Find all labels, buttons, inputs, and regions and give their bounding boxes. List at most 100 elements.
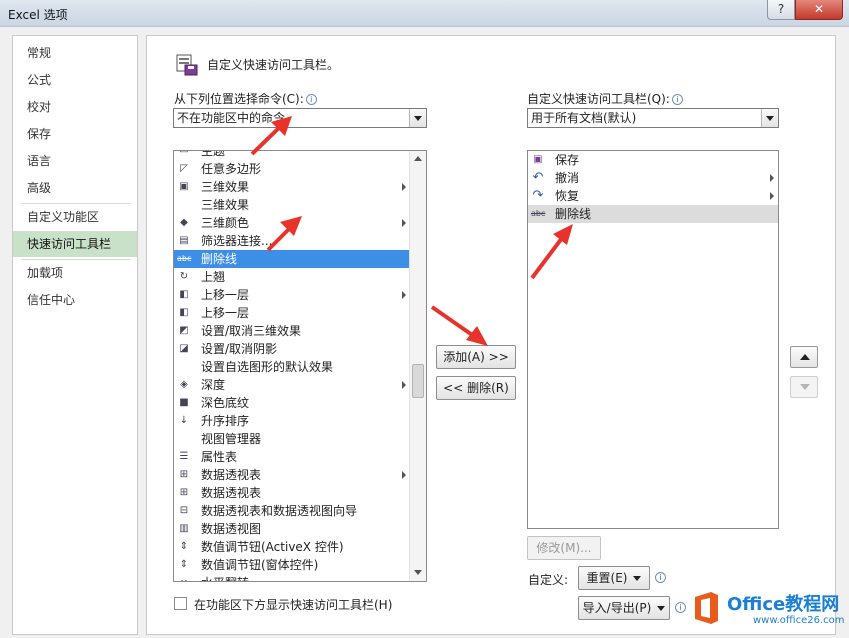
nav-add-ins[interactable]: 加载项 <box>13 260 137 286</box>
sort-asc-icon: ↓ <box>179 415 189 426</box>
commands-scrollbar[interactable] <box>409 151 426 581</box>
modify-button[interactable]: 修改(M)... <box>527 536 601 560</box>
customize-qat-text: 自定义快速访问工具栏(Q): <box>527 92 670 106</box>
list-item[interactable]: ☰ 属性表 <box>174 448 410 466</box>
list-item[interactable]: ⊟ 数据透视表和数据透视图向导 <box>174 502 410 520</box>
redo-icon: ↷ <box>532 188 544 203</box>
pivot-wizard-icon: ⊟ <box>179 505 189 516</box>
spin-icon: ⇕ <box>179 541 189 552</box>
save-icon: ▣ <box>533 154 543 165</box>
scroll-down-icon[interactable] <box>410 565 426 581</box>
list-item[interactable]: 三维效果 <box>174 196 410 214</box>
list-item[interactable]: ⇔ 水平翻转 <box>174 574 410 581</box>
nav-general[interactable]: 常规 <box>13 40 137 66</box>
chevron-down-icon <box>657 606 666 611</box>
theme-icon: ▭ <box>179 150 189 156</box>
list-item[interactable]: ↻ 上翘 <box>174 268 410 286</box>
list-item[interactable]: ◸ 任意多边形 <box>174 160 410 178</box>
list-item[interactable]: ▤ 筛选器连接... <box>174 232 410 250</box>
nav-trust-center[interactable]: 信任中心 <box>13 287 137 313</box>
list-item[interactable]: ◧ 上移一层 <box>174 304 410 322</box>
qat-icon <box>176 54 198 76</box>
chevron-right-icon <box>402 381 406 389</box>
move-down-button[interactable] <box>790 376 818 398</box>
remove-button[interactable]: << 删除(R) <box>436 376 516 400</box>
nav-proofing[interactable]: 校对 <box>13 94 137 120</box>
scroll-up-icon[interactable] <box>410 151 426 167</box>
chevron-right-icon <box>402 183 406 191</box>
list-item[interactable]: 设置自选图形的默认效果 <box>174 358 410 376</box>
list-item-label: 任意多边形 <box>201 162 262 176</box>
list-item[interactable]: ⊞ 数据透视表 <box>174 466 410 484</box>
strikethrough-icon: abc <box>177 254 192 263</box>
list-item[interactable]: ◧ 上移一层 <box>174 286 410 304</box>
list-item-label: 三维效果 <box>201 180 250 194</box>
list-item-label: 三维颜色 <box>201 216 250 230</box>
list-item-label: 撤消 <box>555 171 580 185</box>
commands-list[interactable]: ▭ 主题 ◸ 任意多边形 ▣ 三维效果 三维效果 ◆ 三维颜色 ▤ 筛选器连接... abc 删除线 ↻ 上… <box>173 150 427 582</box>
dark-shade-icon: ■ <box>179 397 189 408</box>
show-below-ribbon-label: 在功能区下方显示快速访问工具栏(H) <box>194 598 393 612</box>
info-icon: i <box>671 94 683 105</box>
help-button[interactable]: ? <box>767 0 795 20</box>
list-item-label: 升序排序 <box>201 414 250 428</box>
list-item[interactable]: ↶ 撤消 <box>528 169 778 187</box>
list-item[interactable]: abc 删除线 <box>174 250 410 268</box>
qat-items-list[interactable]: ▣ 保存 ↶ 撤消 ↷ 恢复 abc 删除线 <box>527 150 779 529</box>
list-item[interactable]: ⊞ 数据透视表 <box>174 484 410 502</box>
nav-advanced[interactable]: 高级 <box>13 175 137 201</box>
list-item[interactable]: ◪ 设置/取消阴影 <box>174 340 410 358</box>
close-button[interactable]: ✕ <box>795 0 843 20</box>
list-item[interactable]: ◈ 深度 <box>174 376 410 394</box>
list-item-label: 设置/取消三维效果 <box>201 324 302 338</box>
list-item[interactable]: ▣ 三维效果 <box>174 178 410 196</box>
watermark-brand: Office教程网 <box>727 594 840 615</box>
nav-quick-access-toolbar[interactable]: 快速访问工具栏 <box>13 231 137 257</box>
list-item-label: 三维效果 <box>201 198 250 212</box>
scroll-thumb[interactable] <box>412 364 424 398</box>
list-item[interactable]: ◆ 三维颜色 <box>174 214 410 232</box>
show-below-ribbon-checkbox[interactable] <box>174 597 187 610</box>
toggle-shadow-icon: ◪ <box>179 343 189 354</box>
list-item[interactable]: ▣ 保存 <box>528 151 778 169</box>
move-up-button[interactable] <box>790 346 818 368</box>
list-item-label: 删除线 <box>555 207 592 221</box>
chevron-down-icon[interactable] <box>409 109 426 127</box>
qat-content: 自定义快速访问工具栏。 从下列位置选择命令(C): i 不在功能区中的命令 ▭ 主题… <box>146 35 836 635</box>
list-item[interactable]: ■ 深色底纹 <box>174 394 410 412</box>
list-item-label: 设置/取消阴影 <box>201 342 278 356</box>
title-bar: Excel 选项 ? ✕ <box>0 0 849 27</box>
pivot-chart-icon: ▥ <box>179 523 189 534</box>
list-item[interactable]: ↓ 升序排序 <box>174 412 410 430</box>
rotate-icon: ↻ <box>179 271 189 282</box>
list-item[interactable]: ◩ 设置/取消三维效果 <box>174 322 410 340</box>
import-export-label: 导入/导出(P) <box>582 601 652 615</box>
nav-customize-ribbon[interactable]: 自定义功能区 <box>13 204 137 230</box>
list-item-label: 数值调节钮(窗体控件) <box>201 558 319 572</box>
list-item[interactable]: ▥ 数据透视图 <box>174 520 410 538</box>
list-item-label: 主题 <box>201 150 226 158</box>
import-export-button[interactable]: 导入/导出(P) <box>578 596 670 620</box>
list-item-label: 设置自选图形的默认效果 <box>201 360 334 374</box>
list-item[interactable]: ⇕ 数值调节钮(窗体控件) <box>174 556 410 574</box>
add-button[interactable]: 添加(A) >> <box>436 345 516 369</box>
list-item[interactable]: ▭ 主题 <box>174 150 410 160</box>
list-item-label: 深度 <box>201 378 226 392</box>
nav-formulas[interactable]: 公式 <box>13 67 137 93</box>
customize-qat-combo[interactable]: 用于所有文档(默认) <box>527 108 779 128</box>
list-item[interactable]: 视图管理器 <box>174 430 410 448</box>
list-item[interactable]: abc 删除线 <box>528 205 778 223</box>
list-item[interactable]: ↷ 恢复 <box>528 187 778 205</box>
reset-button[interactable]: 重置(E) <box>578 566 650 590</box>
list-item-label: 数据透视表和数据透视图向导 <box>201 504 358 518</box>
list-item-label: 恢复 <box>555 189 580 203</box>
nav-language[interactable]: 语言 <box>13 148 137 174</box>
nav-save[interactable]: 保存 <box>13 121 137 147</box>
list-item[interactable]: ⇕ 数值调节钮(ActiveX 控件) <box>174 538 410 556</box>
chevron-down-icon[interactable] <box>761 109 778 127</box>
freeform-icon: ◸ <box>180 163 188 174</box>
choose-from-combo[interactable]: 不在功能区中的命令 <box>173 108 427 128</box>
3d-color-icon: ◆ <box>180 217 188 228</box>
office-logo-icon <box>695 592 718 624</box>
options-sidebar: 常规 公式 校对 保存 语言 高级 自定义功能区 快速访问工具栏 加载项 信任中… <box>12 35 138 635</box>
